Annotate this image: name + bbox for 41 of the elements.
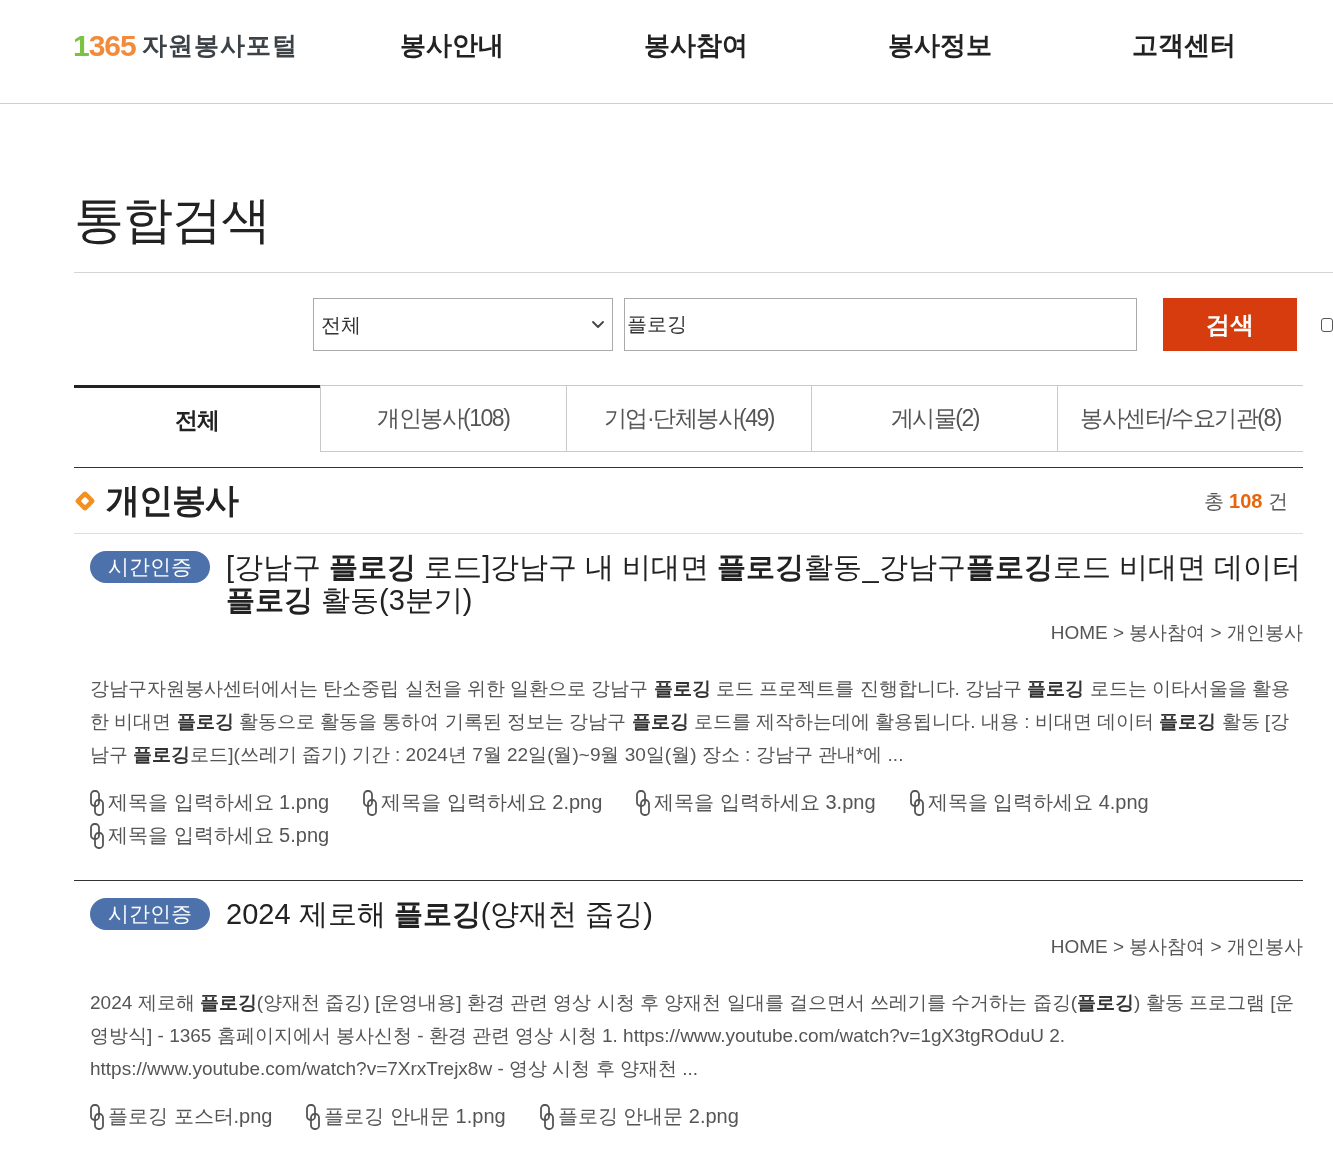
site-logo[interactable]: 1365 자원봉사포털 [73, 23, 330, 68]
attachment-link[interactable]: 제목을 입력하세요 3.png [636, 786, 876, 819]
attachment-link[interactable]: 플로깅 안내문 1.png [306, 1100, 506, 1133]
paperclip-icon [539, 1103, 554, 1130]
attachment-link[interactable]: 제목을 입력하세요 1.png [90, 786, 330, 819]
paperclip-icon [636, 789, 651, 816]
time-certified-badge: 시간인증 [90, 898, 210, 930]
tab[interactable]: 기업·단체봉사(49) [565, 385, 812, 452]
attachment-link[interactable]: 제목을 입력하세요 2.png [363, 786, 603, 819]
paperclip-icon [90, 1103, 104, 1130]
page-title: 통합검색 [74, 191, 270, 250]
nav-link[interactable]: 고객센터 [1062, 26, 1306, 65]
nav-link[interactable]: 봉사참여 [574, 26, 818, 65]
category-select[interactable]: 전체 [313, 298, 613, 351]
attachment-link[interactable]: 플로깅 안내문 2.png [539, 1100, 739, 1133]
section-title: 개인봉사 [106, 480, 238, 521]
nav-link[interactable]: 봉사안내 [330, 26, 574, 65]
chevron-down-icon [592, 321, 604, 328]
tab[interactable]: 개인봉사(108) [319, 385, 566, 452]
attachment-link[interactable]: 플로깅 포스터.png [90, 1100, 273, 1133]
result-title-link[interactable]: 2024 제로해 플로깅(양재천 줍깅) [226, 898, 1303, 931]
paperclip-icon [306, 1103, 321, 1130]
search-button[interactable]: 검색 [1163, 298, 1297, 351]
breadcrumb: HOME > 봉사참여 > 개인봉사 [1050, 935, 1303, 959]
search-field[interactable]: 플로깅 [624, 298, 1137, 351]
paperclip-icon [909, 789, 924, 816]
paperclip-icon [90, 822, 104, 849]
attachment-link[interactable]: 제목을 입력하세요 5.png [90, 819, 330, 852]
checkbox[interactable] [1321, 317, 1333, 332]
paperclip-icon [363, 789, 378, 816]
nav-link[interactable]: 봉사정보 [818, 26, 1062, 65]
attachment-link[interactable]: 제목을 입력하세요 4.png [909, 786, 1149, 819]
tab[interactable]: 봉사센터/수요기관(8) [1057, 385, 1303, 452]
time-certified-badge: 시간인증 [90, 551, 210, 583]
result-description: 2024 제로해 플로깅(양재천 줍깅) [운영내용] 환경 관련 영상 시청 후 양재천 일대를 걸으면서 쓰레기를 수거하는 줍깅(플로깅) 활동 프로그램 [운영방식] - 1365 홈페이지에서 봉사신청 - 환경 관련 영상 시청 1. https://www.youtube.com/watch?v=1gX3tgROduU 2. https://www.youtube.com/watch?v=7XrxTrejx8w - 영상 시청 후 양재천 ... [90, 991, 1296, 1081]
result-count: 총 108 건 [1203, 488, 1288, 514]
result-title-link[interactable]: [강남구 플로깅 로드]강남구 내 비대면 플로깅활동_강남구플로깅로드 비대면 데이터 플로깅 활동(3분기) [226, 551, 1303, 617]
tab[interactable]: 게시물(2) [811, 385, 1058, 452]
breadcrumb: HOME > 봉사참여 > 개인봉사 [1050, 621, 1303, 645]
paperclip-icon [90, 789, 104, 816]
result-description: 강남구자원봉사센터에서는 탄소중립 실천을 위한 일환으로 강남구 플로깅 로드 프로젝트를 진행합니다. 강남구 플로깅 로드는 이타서울을 활용한 비대면 플로깅 활동으로 활동을 통하여 기록된 정보는 강남구 플로깅 로드를 제작하는데에 활용됩니다. 내용 : 비대면 데이터 플로깅 활동 [강남구 플로깅로드](쓰레기 줍기) 기간 : 2024년 7월 22일(월)~9월 30일(월) 장소 : 강남구 관내*에 ... [90, 677, 1292, 767]
